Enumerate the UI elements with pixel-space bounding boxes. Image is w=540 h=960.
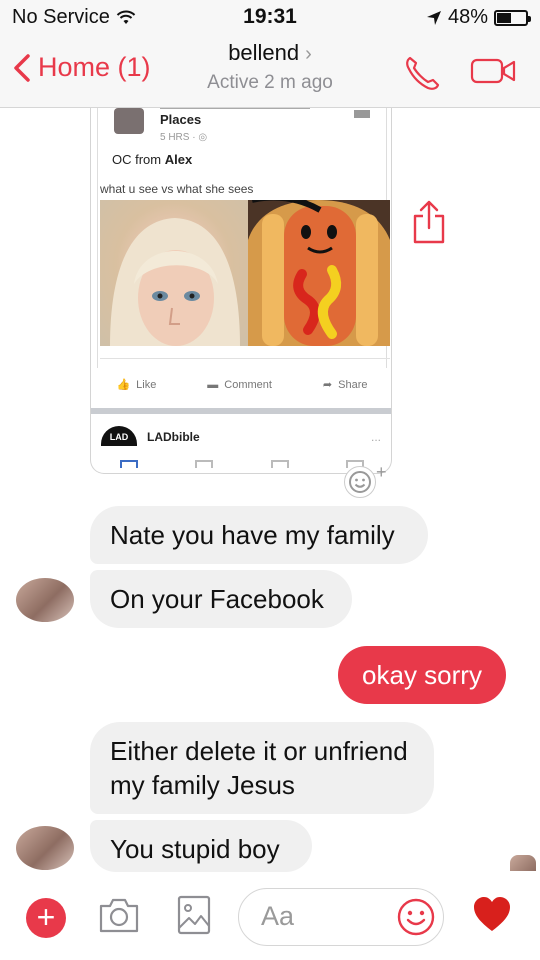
post-divider [100,358,390,359]
second-post-menu: ... [370,430,381,444]
face-illustration [110,218,240,346]
active-status: Active 2 m ago [207,72,333,93]
share-arrow-icon: ➦ [322,379,333,391]
chevron-right-icon: › [305,43,312,65]
back-button[interactable]: Home (1) [12,52,151,83]
post-actions-bar: 👍 Like ▬ Comment ➦ Share [91,378,391,392]
plus-icon: + [36,899,56,935]
post-like-action: 👍 Like [116,378,157,392]
message-text: Either delete it or unfriend my family J… [110,736,408,800]
second-post-page-name: LADbible [147,430,200,444]
emoji-button[interactable] [396,897,436,942]
post-card: Places 5 HRS · ◎ OC from Alex what u see… [97,108,390,368]
location-arrow-icon [426,10,441,25]
post-menu-icon [354,110,370,118]
ladbible-logo-text: LAD [109,432,129,442]
video-camera-icon [470,58,516,84]
contact-avatar[interactable] [16,578,74,622]
contact-avatar[interactable] [16,826,74,870]
page-avatar [114,108,144,134]
cropped-page-title [160,108,310,109]
battery-icon [494,9,531,26]
post-separator [91,408,391,414]
post-like-label: Like [136,378,157,391]
heart-icon [474,897,510,931]
message-bubble-incoming[interactable]: You stupid boy [90,820,312,872]
message-bubble-outgoing[interactable]: okay sorry [338,646,506,704]
gallery-button[interactable] [176,894,212,941]
add-reaction-icon [349,471,371,493]
battery-fill [497,12,512,23]
post-time: 5 HRS · ◎ [160,132,207,143]
contact-name: bellend [228,40,300,65]
seen-indicator-avatar [510,855,536,871]
post-description-name: Alex [164,152,193,167]
post-share-action: ➦ Share [322,378,368,392]
comment-icon: ▬ [207,378,219,391]
camera-icon [99,898,139,933]
globe-icon: ◎ [198,132,208,143]
post-description-prefix: OC from [112,152,165,167]
post-description: OC from Alex [112,152,192,167]
chevron-left-icon [14,53,30,82]
friends-tab-icon [195,460,214,468]
image-icon [177,895,211,935]
share-icon [413,200,445,244]
message-text: You stupid boy [110,834,280,864]
share-button[interactable] [412,200,446,249]
messenger-conversation-screen: No Service 19:31 48% Home (1) bellend › A… [0,0,540,960]
post-photo [100,200,390,346]
message-bubble-incoming[interactable]: Nate you have my family [90,506,428,564]
message-input-placeholder: Aa [261,901,295,931]
call-button[interactable] [402,54,442,97]
post-time-text: 5 HRS · [160,132,199,143]
news-feed-tab-icon [119,460,138,468]
message-text: Nate you have my family [110,520,395,550]
photo-right-panel [248,200,390,346]
marketplace-tab-icon [270,460,289,468]
post-comment-action: ▬ Comment [207,378,272,391]
plus-small-icon: + [376,462,387,482]
shared-image-message[interactable]: Places 5 HRS · ◎ OC from Alex what u see… [90,108,392,474]
message-bubble-incoming[interactable]: Either delete it or unfriend my family J… [90,722,434,814]
ladbible-logo: LAD [101,426,137,446]
heart-button[interactable] [472,896,512,939]
smiley-icon [397,898,435,936]
post-comment-label: Comment [224,378,272,391]
post-caption: what u see vs what she sees [100,182,254,196]
message-text: okay sorry [362,660,482,690]
contact-title[interactable]: bellend › Active 2 m ago [190,40,350,94]
more-actions-button[interactable]: + [26,898,66,938]
camera-button[interactable] [98,896,140,939]
phone-icon [406,56,440,90]
back-label: Home (1) [38,52,151,82]
add-reaction-button[interactable] [344,466,376,498]
status-bar: No Service 19:31 48% [0,0,540,36]
status-right: 48% [426,6,531,29]
photo-left-panel [100,200,248,346]
thumbs-up-icon: 👍 [116,379,131,391]
message-bubble-incoming[interactable]: On your Facebook [90,570,352,628]
battery-percent: 48% [447,6,488,28]
post-page-name: Places [160,112,202,127]
post-share-label: Share [338,378,368,391]
hotdog-illustration [248,200,390,346]
message-text: On your Facebook [110,584,324,614]
conversation-header: Home (1) bellend › Active 2 m ago [0,36,540,108]
video-call-button[interactable] [470,56,518,91]
